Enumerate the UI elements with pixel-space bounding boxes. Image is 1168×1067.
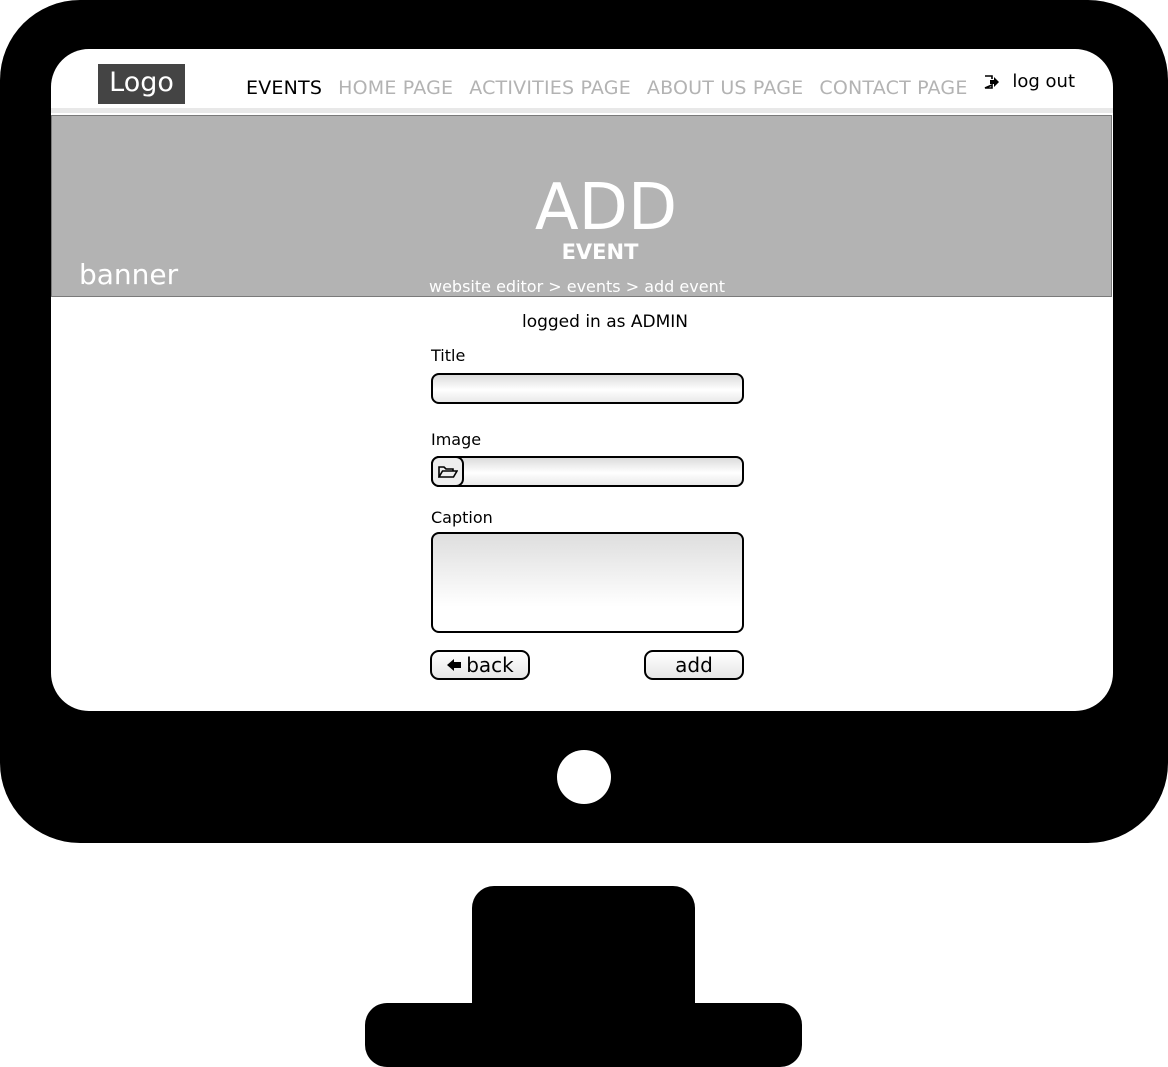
nav-item-home-page[interactable]: HOME PAGE (338, 75, 453, 112)
back-button-label: back (466, 653, 514, 677)
arrow-left-icon (447, 659, 462, 671)
main-nav: EVENTS HOME PAGE ACTIVITIES PAGE ABOUT U… (246, 75, 968, 112)
nav-item-events[interactable]: EVENTS (246, 75, 323, 112)
page-title: ADD (534, 171, 678, 245)
logout-link[interactable]: log out (984, 71, 1075, 92)
title-label: Title (431, 346, 466, 365)
nav-item-activities-page[interactable]: ACTIVITIES PAGE (469, 75, 631, 112)
monitor-power-button (557, 750, 611, 804)
logout-icon (985, 74, 1000, 89)
page-subtitle: EVENT (561, 240, 639, 264)
caption-label: Caption (431, 508, 493, 527)
logged-in-status: logged in as ADMIN (521, 312, 689, 332)
add-button-label: add (675, 653, 713, 677)
logo[interactable]: Logo (98, 64, 185, 104)
image-label: Image (431, 430, 482, 449)
browse-file-button[interactable] (431, 456, 464, 487)
nav-item-contact-page[interactable]: CONTACT PAGE (819, 75, 967, 112)
breadcrumb: website editor > events > add event (429, 277, 725, 296)
folder-open-icon (437, 465, 458, 478)
screen: Logo EVENTS HOME PAGE ACTIVITIES PAGE AB… (51, 49, 1113, 711)
back-button[interactable]: back (430, 650, 530, 680)
add-button[interactable]: add (644, 650, 744, 680)
image-input[interactable] (431, 456, 744, 487)
caption-textarea[interactable] (431, 532, 744, 633)
title-input[interactable] (431, 373, 744, 404)
header-divider (51, 108, 1113, 113)
banner: banner ADD EVENT website editor > events… (51, 115, 1112, 297)
logout-label: log out (1012, 71, 1075, 92)
nav-item-about-us-page[interactable]: ABOUT US PAGE (647, 75, 803, 112)
monitor-stand-base (365, 1003, 802, 1067)
